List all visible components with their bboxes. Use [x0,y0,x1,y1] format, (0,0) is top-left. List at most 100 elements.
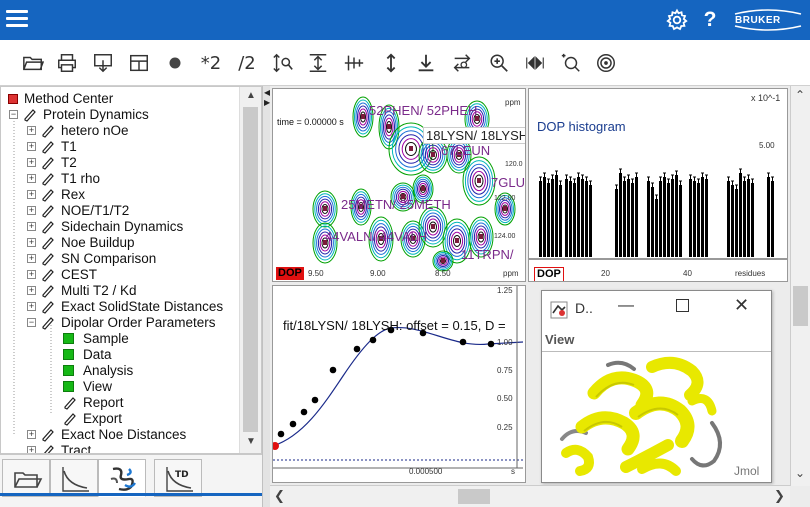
expand-icon[interactable]: + [27,174,36,183]
menu-view[interactable]: View [545,332,574,347]
scale-icon[interactable] [268,48,298,78]
scroll-down-icon[interactable]: ⌄ [795,466,805,480]
td-tab[interactable]: TD [154,459,202,497]
scroll-right-icon[interactable]: ❯ [774,488,785,504]
tree-item[interactable]: + Sidechain Dynamics [1,219,239,235]
tree-item[interactable]: Analysis [1,363,239,379]
step-icon[interactable] [520,48,550,78]
close-icon[interactable]: ✕ [734,295,749,316]
expand-icon[interactable]: + [27,222,36,231]
tree-item[interactable]: + Tract [1,443,239,454]
expand-icon[interactable]: + [27,302,36,311]
horizontal-scrollbar[interactable]: ❮ ❯ [270,485,790,507]
panel-divider[interactable]: ◀ ▶ [262,86,270,507]
record-dot-icon[interactable] [160,48,190,78]
target-icon[interactable] [591,48,621,78]
scroll-up-icon[interactable]: ▲ [245,90,257,104]
fit-vertical-icon[interactable] [303,48,333,78]
tree-item[interactable]: Data [1,347,239,363]
scrollbar-thumb[interactable] [458,489,490,504]
expand-icon[interactable]: + [27,430,36,439]
tree-item[interactable]: + Noe Buildup [1,235,239,251]
scroll-left-icon[interactable]: ❮ [274,488,285,504]
tree-label: SN Comparison [61,251,157,266]
histogram-bar [727,181,730,257]
expand-icon[interactable]: + [27,158,36,167]
collapse-icon[interactable]: − [9,110,18,119]
expand-icon[interactable]: + [27,206,36,215]
histogram-panel[interactable]: x 10^-1 DOP histogram 5.00 20 40 residue… [528,88,788,282]
tree-item[interactable]: + NOE/T1/T2 [1,203,239,219]
tree-scrollbar[interactable]: ▲ ▼ [239,87,261,453]
decay-curve-tab[interactable] [50,459,98,497]
error-bar [739,168,742,173]
zoom-in-icon[interactable] [484,48,514,78]
layout-grid-icon[interactable] [124,48,154,78]
expand-icon[interactable]: + [27,446,36,453]
data-point [487,340,495,348]
spectrum-2d-panel[interactable]: time = 0.00000 s ppm 52PHEN/ 52PHEH 18LY… [272,88,526,282]
tree-item[interactable]: Sample [1,331,239,347]
open-folder-tab[interactable] [2,459,50,497]
menu-icon[interactable] [6,10,28,28]
open-folder-icon[interactable] [18,48,48,78]
align-icon[interactable] [339,48,369,78]
help-icon[interactable]: ? [700,7,720,33]
expand-icon[interactable]: + [27,286,36,295]
expand-icon[interactable]: + [27,126,36,135]
scrollbar-thumb[interactable] [793,286,808,326]
scroll-up-icon[interactable]: ⌃ [795,88,805,102]
bottom-tab-bar: TD [0,454,262,507]
expand-icon[interactable]: + [27,254,36,263]
expand-icon[interactable]: + [27,142,36,151]
expand-icon[interactable]: + [27,190,36,199]
tree-item[interactable]: + Exact SolidState Distances [1,299,239,315]
tree-item[interactable]: + CEST [1,267,239,283]
tree-item[interactable]: + Rex [1,187,239,203]
divide-two-button[interactable]: /2 [232,48,262,78]
expand-icon[interactable]: + [27,238,36,247]
peak-marker [361,114,365,119]
tree-group-protein-dynamics[interactable]: − Protein Dynamics [1,107,241,123]
tree-item[interactable]: + hetero nOe [1,123,239,139]
tree-item[interactable]: + SN Comparison [1,251,239,267]
histogram-bar [767,177,770,257]
jmol-window[interactable]: D.. — ✕ View Jmol [541,290,772,483]
molecule-tab[interactable] [98,459,146,497]
tree-root-method-center[interactable]: Method Center [1,91,241,107]
multiply-two-button[interactable]: *2 [196,48,226,78]
histogram-bar [671,179,674,257]
print-icon[interactable] [52,48,82,78]
download-icon[interactable] [411,48,441,78]
export-icon[interactable] [88,48,118,78]
swap-icon[interactable] [447,48,477,78]
tree-item[interactable]: Export [1,411,239,427]
molecule-viewer[interactable]: Jmol [542,353,771,482]
fit-panel[interactable]: fit/18LYSN/ 18LYSH: offset = 0.15, D = 1… [272,285,526,483]
settings-icon[interactable] [665,8,689,32]
maximize-icon[interactable] [676,299,689,312]
tree-item[interactable]: + T1 rho [1,171,239,187]
expand-icon[interactable]: + [27,270,36,279]
histogram-bar [547,183,550,257]
scroll-down-icon[interactable]: ▼ [245,436,257,450]
tree-item[interactable]: + T2 [1,155,239,171]
minimize-icon[interactable]: — [618,297,634,315]
tree-item[interactable]: + Exact Noe Distances [1,427,239,443]
jmol-titlebar[interactable]: D.. — ✕ [542,291,771,327]
tree-label: Multi T2 / Kd [61,283,137,298]
tree-item[interactable]: + T1 [1,139,239,155]
vertical-scrollbar[interactable]: ⌃ ⌄ [790,86,810,486]
data-point [311,396,319,404]
tree-item[interactable]: View [1,379,239,395]
zoom-fit-icon[interactable] [556,48,586,78]
scrollbar-thumb[interactable] [243,107,258,432]
tree-item[interactable]: − Dipolar Order Parameters [1,315,239,331]
updown-icon[interactable] [376,48,406,78]
histogram-bar [635,177,638,257]
tree-item[interactable]: Report [1,395,239,411]
collapse-icon[interactable]: − [27,318,36,327]
error-bar [675,170,678,175]
tree-item[interactable]: + Multi T2 / Kd [1,283,239,299]
tree-label: Tract [61,443,92,454]
